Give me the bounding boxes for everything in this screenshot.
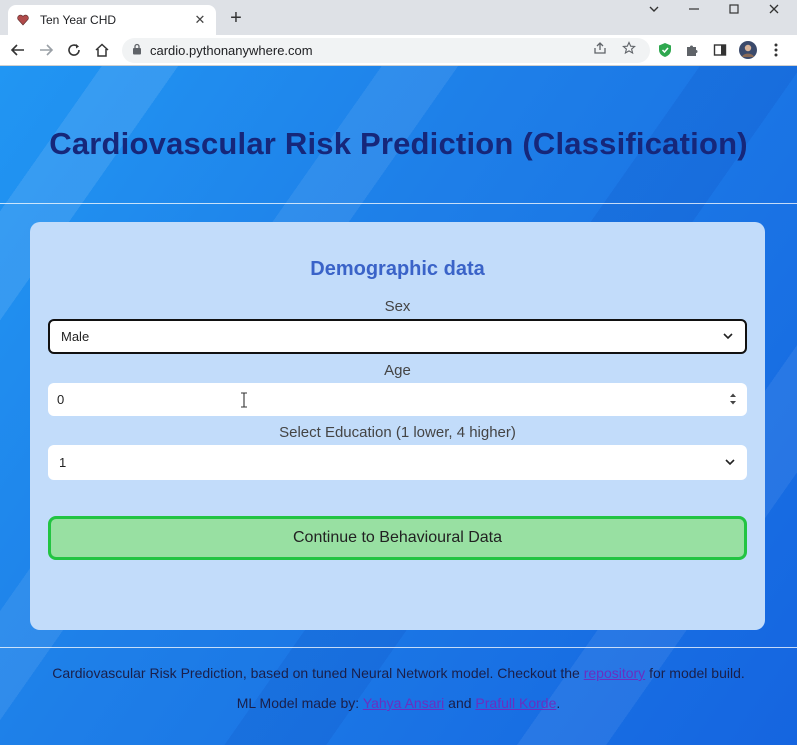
author-link-prafull[interactable]: Prafull Korde bbox=[475, 695, 556, 711]
text-cursor-icon bbox=[240, 392, 248, 408]
url-text: cardio.pythonanywhere.com bbox=[150, 43, 313, 58]
close-tab-icon[interactable]: ✕ bbox=[192, 12, 208, 28]
favicon-icon bbox=[16, 13, 30, 27]
form-card: Demographic data Sex Male Age 0 Select E… bbox=[30, 222, 765, 630]
chevron-down-icon bbox=[722, 331, 734, 343]
page-title: Cardiovascular Risk Prediction (Classifi… bbox=[49, 126, 748, 161]
age-input[interactable]: 0 bbox=[48, 383, 747, 416]
education-select-value: 1 bbox=[59, 455, 67, 470]
repository-link[interactable]: repository bbox=[584, 665, 645, 681]
footer-description: Cardiovascular Risk Prediction, based on… bbox=[0, 665, 797, 681]
tab-search-icon[interactable] bbox=[644, 2, 664, 18]
credits-period: . bbox=[556, 695, 561, 711]
minimize-icon[interactable] bbox=[684, 2, 704, 18]
bookmark-star-icon[interactable] bbox=[620, 39, 638, 57]
age-label: Age bbox=[384, 362, 411, 379]
address-bar[interactable]: cardio.pythonanywhere.com bbox=[122, 38, 650, 63]
footer-text: for model build. bbox=[649, 665, 745, 681]
footer-text: Cardiovascular Risk Prediction, based on… bbox=[52, 665, 580, 681]
forward-icon[interactable] bbox=[36, 40, 56, 60]
sex-select[interactable]: Male bbox=[48, 319, 747, 354]
author-link-yahya[interactable]: Yahya Ansari bbox=[363, 695, 444, 711]
sex-label: Sex bbox=[384, 298, 411, 315]
home-icon[interactable] bbox=[92, 40, 112, 60]
close-window-icon[interactable] bbox=[764, 2, 784, 18]
profile-avatar-icon[interactable] bbox=[738, 40, 758, 60]
number-spinner-icon[interactable] bbox=[728, 392, 738, 408]
menu-kebab-icon[interactable] bbox=[766, 40, 786, 60]
footer-credits: ML Model made by: Yahya Ansari and Prafu… bbox=[0, 695, 797, 711]
side-panel-icon[interactable] bbox=[710, 40, 730, 60]
age-input-value: 0 bbox=[57, 392, 65, 407]
credits-text: ML Model made by: bbox=[236, 695, 360, 711]
section-title: Demographic data bbox=[310, 258, 485, 280]
new-tab-button[interactable]: + bbox=[226, 7, 246, 30]
maximize-icon[interactable] bbox=[724, 2, 744, 18]
sex-select-value: Male bbox=[61, 329, 90, 344]
lock-icon bbox=[132, 42, 142, 60]
browser-tab[interactable]: Ten Year CHD ✕ bbox=[8, 5, 216, 35]
browser-toolbar: cardio.pythonanywhere.com bbox=[0, 35, 797, 66]
shield-extension-icon[interactable] bbox=[655, 40, 675, 60]
chevron-down-icon bbox=[724, 457, 736, 469]
education-select[interactable]: 1 bbox=[48, 445, 747, 480]
continue-button[interactable]: Continue to Behavioural Data bbox=[48, 516, 747, 560]
page-content: Cardiovascular Risk Prediction (Classifi… bbox=[0, 66, 797, 745]
back-icon[interactable] bbox=[8, 40, 28, 60]
share-icon[interactable] bbox=[591, 39, 609, 57]
education-label: Select Education (1 lower, 4 higher) bbox=[279, 424, 516, 441]
reload-icon[interactable] bbox=[64, 40, 84, 60]
extensions-puzzle-icon[interactable] bbox=[682, 40, 702, 60]
header-divider bbox=[0, 203, 797, 204]
tab-title: Ten Year CHD bbox=[40, 13, 117, 27]
credits-conjunction: and bbox=[448, 695, 472, 711]
footer-divider bbox=[0, 647, 797, 648]
browser-tab-strip: Ten Year CHD ✕ + bbox=[0, 0, 797, 35]
